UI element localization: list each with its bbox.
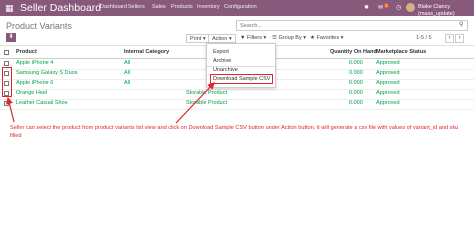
chat-icon[interactable]: ✉ — [378, 4, 383, 11]
column-header-status[interactable]: Marketplace Status — [376, 49, 426, 56]
pager-prev-button[interactable]: ‹ — [445, 34, 454, 43]
group-by-label: Group By — [278, 35, 302, 41]
group-by-button[interactable]: ☰ Group By ▾ — [272, 35, 306, 42]
product-category: Storable Product — [186, 100, 227, 106]
favorites-label: Favorites — [316, 35, 340, 41]
product-qty: 0.000 — [349, 80, 363, 86]
print-label: Print — [190, 36, 202, 42]
checkbox-highlight-box — [2, 67, 12, 97]
highlight-box — [210, 74, 273, 84]
pager-next-button[interactable]: › — [455, 34, 464, 43]
action-button[interactable]: Action ▾ — [208, 34, 236, 43]
product-name[interactable]: Apple iPhone 4 — [16, 60, 53, 67]
filters-label: Filters — [246, 35, 262, 41]
product-category: All — [124, 60, 131, 66]
row-checkbox[interactable] — [4, 61, 9, 66]
pager-value[interactable]: 1-5 / 5 — [416, 35, 432, 42]
download-button[interactable]: ⬇ — [6, 33, 16, 42]
menu-inventory[interactable]: Inventory — [197, 4, 220, 11]
action-label: Action — [212, 36, 228, 42]
product-name[interactable]: Samsung Galaxy S Duos — [16, 70, 77, 77]
menu-dashboard[interactable]: Dashboard — [100, 4, 127, 11]
product-category: All — [124, 80, 131, 86]
product-category: All — [124, 70, 131, 76]
menu-item-archive[interactable]: Archive — [213, 58, 231, 65]
table-row[interactable] — [0, 99, 474, 110]
menu-products[interactable]: Products — [171, 4, 193, 11]
column-header-internal-category[interactable]: Internal Category — [124, 49, 169, 56]
filters-button[interactable]: ▼ Filters ▾ — [240, 35, 266, 42]
column-header-quantity[interactable]: Quantity On Hand — [330, 49, 377, 56]
product-qty: 0.000 — [349, 70, 363, 76]
page-title: Product Variants — [6, 21, 72, 31]
product-status: Approved — [376, 90, 400, 96]
product-status: Approved — [376, 80, 400, 86]
download-icon: ⬇ — [8, 34, 14, 40]
product-name[interactable]: Apple iPhone 6 — [16, 80, 53, 87]
menu-item-unarchive[interactable]: Unarchive — [213, 67, 238, 74]
row-checkbox[interactable] — [4, 101, 9, 106]
favorites-button[interactable]: ★ Favorites ▾ — [310, 35, 343, 42]
product-category: Storable Product — [186, 90, 227, 96]
top-navbar: ▦ Seller Dashboard Dashboard Sellers Sal… — [0, 0, 474, 18]
product-qty: 0.000 — [349, 90, 363, 96]
select-all-checkbox[interactable] — [4, 50, 9, 55]
product-status: Approved — [376, 60, 400, 66]
column-header-product[interactable]: Product — [16, 49, 37, 56]
product-qty: 0.000 — [349, 60, 363, 66]
action-dropdown-menu: Export Archive Unarchive Download Sample… — [206, 43, 276, 88]
menu-sellers[interactable]: Sellers — [128, 4, 145, 11]
app-title: Seller Dashboard — [20, 2, 102, 14]
chat-count-badge: 1 — [384, 3, 389, 8]
menu-sales[interactable]: Sales — [152, 4, 166, 11]
annotation-arrows — [5, 82, 215, 124]
user-menu[interactable]: Blake Clancy (mass_update) — [418, 4, 474, 18]
search-input[interactable] — [236, 20, 468, 31]
product-qty: 0.000 — [349, 100, 363, 106]
product-name[interactable]: Leather Casual Shoe — [16, 100, 68, 107]
product-name[interactable]: Orange Heel — [16, 90, 47, 97]
search-icon[interactable]: ⚲ — [459, 21, 463, 28]
bug-icon[interactable]: ✹ — [364, 4, 369, 11]
print-button[interactable]: Print ▾ — [186, 34, 210, 43]
clock-icon[interactable]: ◷ — [396, 4, 401, 11]
app-grid-icon[interactable]: ▦ — [5, 4, 14, 13]
menu-item-export[interactable]: Export — [213, 49, 229, 56]
menu-configuration[interactable]: Configuration — [224, 4, 257, 11]
product-status: Approved — [376, 70, 400, 76]
avatar[interactable] — [406, 3, 415, 12]
annotation-text: Seller can select the product from produ… — [10, 125, 459, 139]
product-status: Approved — [376, 100, 400, 106]
